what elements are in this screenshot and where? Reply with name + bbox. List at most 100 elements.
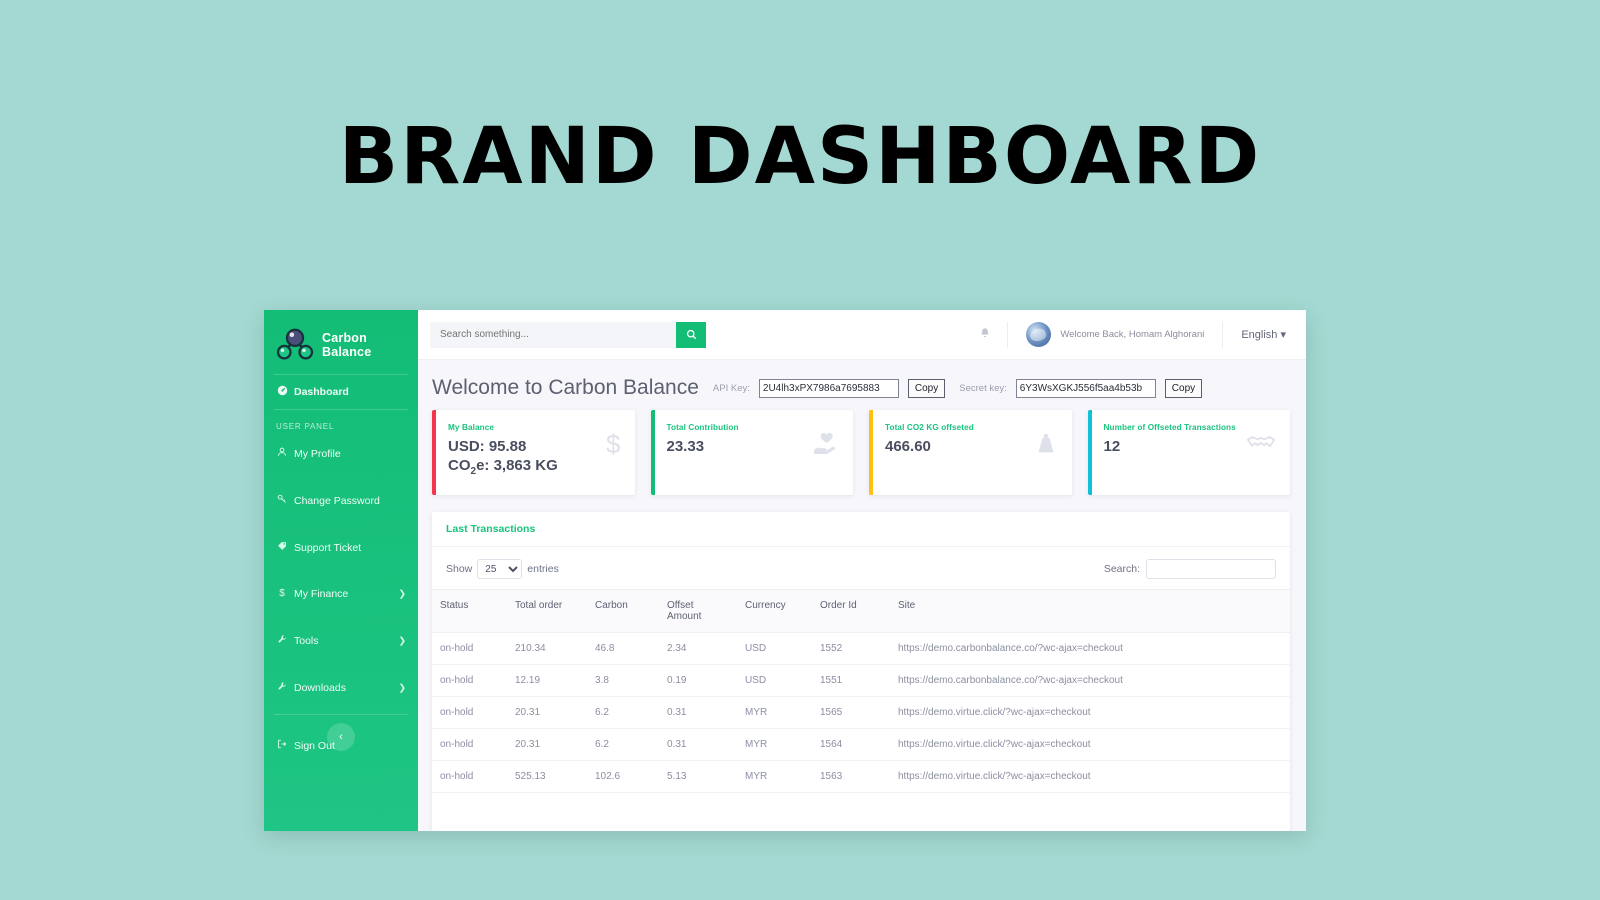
- handshake-icon: [1247, 431, 1276, 457]
- column-header[interactable]: Currency: [737, 589, 812, 633]
- table-cell: MYR: [737, 728, 812, 761]
- user-profile-block[interactable]: Welcome Back, Homam Alghorani: [1008, 322, 1222, 347]
- sidebar-item-label: Change Password: [294, 494, 380, 507]
- entries-label: entries: [527, 563, 559, 575]
- sidebar-item-label: My Profile: [294, 447, 341, 460]
- panel-title: Last Transactions: [432, 512, 1290, 547]
- chevron-right-icon: ❯: [398, 635, 406, 645]
- table-row[interactable]: on-hold 525.13 102.6 5.13 MYR 1563 https://dem…: [432, 760, 1290, 793]
- dollar-sign-icon: $: [606, 429, 621, 459]
- table-cell: 20.31: [507, 728, 587, 761]
- table-cell: https://demo.virtue.click/?wc-ajax=check…: [890, 760, 1290, 793]
- column-header[interactable]: Status: [432, 589, 507, 633]
- table-cell: on-hold: [432, 664, 507, 697]
- stat-card-number-of-offseted-transactions: Number of Offseted Transactions 12: [1087, 410, 1290, 495]
- column-header[interactable]: Order Id: [812, 589, 890, 633]
- search-button[interactable]: [676, 321, 706, 348]
- table-cell: https://demo.carbonbalance.co/?wc-ajax=c…: [890, 664, 1290, 697]
- sidebar-item-my-finance[interactable]: $ My Finance ❯: [264, 578, 418, 610]
- copy-secret-key-button[interactable]: Copy: [1164, 378, 1203, 398]
- brand-line-1: Carbon: [322, 331, 367, 345]
- table-body: on-hold 210.34 46.8 2.34 USD 1552 https://demo…: [432, 632, 1290, 793]
- table-cell: MYR: [737, 760, 812, 793]
- search-input[interactable]: [430, 321, 676, 348]
- stat-card-total-contribution: Total Contribution 23.33: [650, 410, 853, 495]
- sidebar-item-downloads[interactable]: Downloads ❯: [264, 671, 418, 704]
- banner-title: BRAND DASHBOARD: [338, 112, 1262, 202]
- language-selector[interactable]: English ▾: [1223, 328, 1292, 341]
- stat-card-title: My Balance: [448, 423, 495, 432]
- column-header[interactable]: Carbon: [587, 589, 659, 633]
- topbar: Welcome Back, Homam Alghorani English ▾: [418, 310, 1306, 360]
- sidebar-item-label: Support Ticket: [294, 541, 362, 554]
- welcome-user-text: Welcome Back, Homam Alghorani: [1060, 329, 1205, 340]
- balance-usd: USD: 95.88: [448, 438, 527, 455]
- table-cell: MYR: [737, 696, 812, 729]
- table-cell: 6.2: [587, 728, 659, 761]
- brand-line-2: Balance: [322, 345, 372, 359]
- stat-cards: My Balance USD: 95.88 CO2e: 3,863 KG $ T…: [418, 410, 1306, 495]
- column-header[interactable]: Offset Amount: [659, 589, 737, 633]
- table-cell: on-hold: [432, 696, 507, 729]
- table-cell: 5.13: [659, 760, 737, 793]
- chevron-right-icon: ❯: [398, 682, 406, 692]
- table-row[interactable]: on-hold 12.19 3.8 0.19 USD 1551 https://demo.c…: [432, 664, 1290, 697]
- table-cell: 1552: [812, 632, 890, 665]
- main-area: Welcome Back, Homam Alghorani English ▾ …: [418, 310, 1306, 831]
- table-cell: 525.13: [507, 760, 587, 793]
- table-cell: 3.8: [587, 664, 659, 697]
- page-length-select[interactable]: 102550100: [477, 559, 523, 579]
- stat-card-value: USD: 95.88 CO2e: 3,863 KG: [448, 437, 623, 481]
- api-key-label: API Key:: [712, 382, 750, 394]
- copy-api-key-button[interactable]: Copy: [907, 378, 946, 398]
- secret-key-label: Secret key:: [959, 382, 1007, 394]
- column-header[interactable]: Site: [890, 589, 1290, 633]
- tag-icon: [275, 541, 289, 554]
- global-search: [430, 321, 706, 348]
- app-window: Carbon Balance Dashboard USER PANEL My P…: [264, 310, 1306, 831]
- table-cell: on-hold: [432, 632, 507, 665]
- table-row[interactable]: on-hold 20.31 6.2 0.31 MYR 1565 https://demo.v…: [432, 696, 1290, 729]
- sidebar-item-dashboard[interactable]: Dashboard: [264, 375, 418, 409]
- column-header[interactable]: Total order: [507, 589, 587, 633]
- welcome-row: Welcome to Carbon Balance API Key: Copy …: [418, 360, 1306, 410]
- table-header-row: Status Total order Carbon Offset Amount Curr…: [432, 589, 1290, 633]
- api-key-field[interactable]: [758, 378, 899, 398]
- table-search-label: Search:: [1103, 563, 1140, 575]
- key-icon: [275, 494, 289, 507]
- page-title: Welcome to Carbon Balance: [432, 376, 699, 399]
- dollar-icon: $: [279, 588, 285, 599]
- table-cell: USD: [737, 664, 812, 697]
- table-cell: 1551: [812, 664, 890, 697]
- table-row[interactable]: on-hold 20.31 6.2 0.31 MYR 1564 https://demo.v…: [432, 728, 1290, 761]
- stat-card-my-balance: My Balance USD: 95.88 CO2e: 3,863 KG $: [432, 410, 635, 495]
- sidebar-item-tools[interactable]: Tools ❯: [264, 624, 418, 657]
- table-row[interactable]: on-hold 210.34 46.8 2.34 USD 1552 https://demo…: [432, 632, 1290, 665]
- table-cell: 46.8: [587, 632, 659, 665]
- table-cell: 6.2: [587, 696, 659, 729]
- table-cell: on-hold: [432, 728, 507, 761]
- table-cell: 1563: [812, 760, 890, 793]
- table-cell: USD: [737, 632, 812, 665]
- table-cell: 102.6: [587, 760, 659, 793]
- brand-logo-block: Carbon Balance: [264, 322, 418, 374]
- table-cell: on-hold: [432, 760, 507, 793]
- wrench-icon: [275, 681, 289, 694]
- sidebar-item-my-profile[interactable]: My Profile: [264, 437, 418, 470]
- table-search-input[interactable]: [1146, 559, 1276, 579]
- sidebar-collapse-button[interactable]: ‹: [327, 723, 355, 751]
- sidebar-item-label: Tools: [294, 634, 319, 647]
- table-controls: Show 102550100 entries Search:: [432, 547, 1290, 589]
- secret-key-field[interactable]: [1015, 378, 1156, 398]
- sidebar-item-label: Dashboard: [294, 386, 349, 398]
- sidebar-item-support-ticket[interactable]: Support Ticket: [264, 531, 418, 564]
- user-icon: [275, 447, 289, 460]
- hand-heart-icon: [812, 431, 839, 458]
- notification-bell-icon[interactable]: [963, 327, 1007, 342]
- sidebar-item-change-password[interactable]: Change Password: [264, 484, 418, 517]
